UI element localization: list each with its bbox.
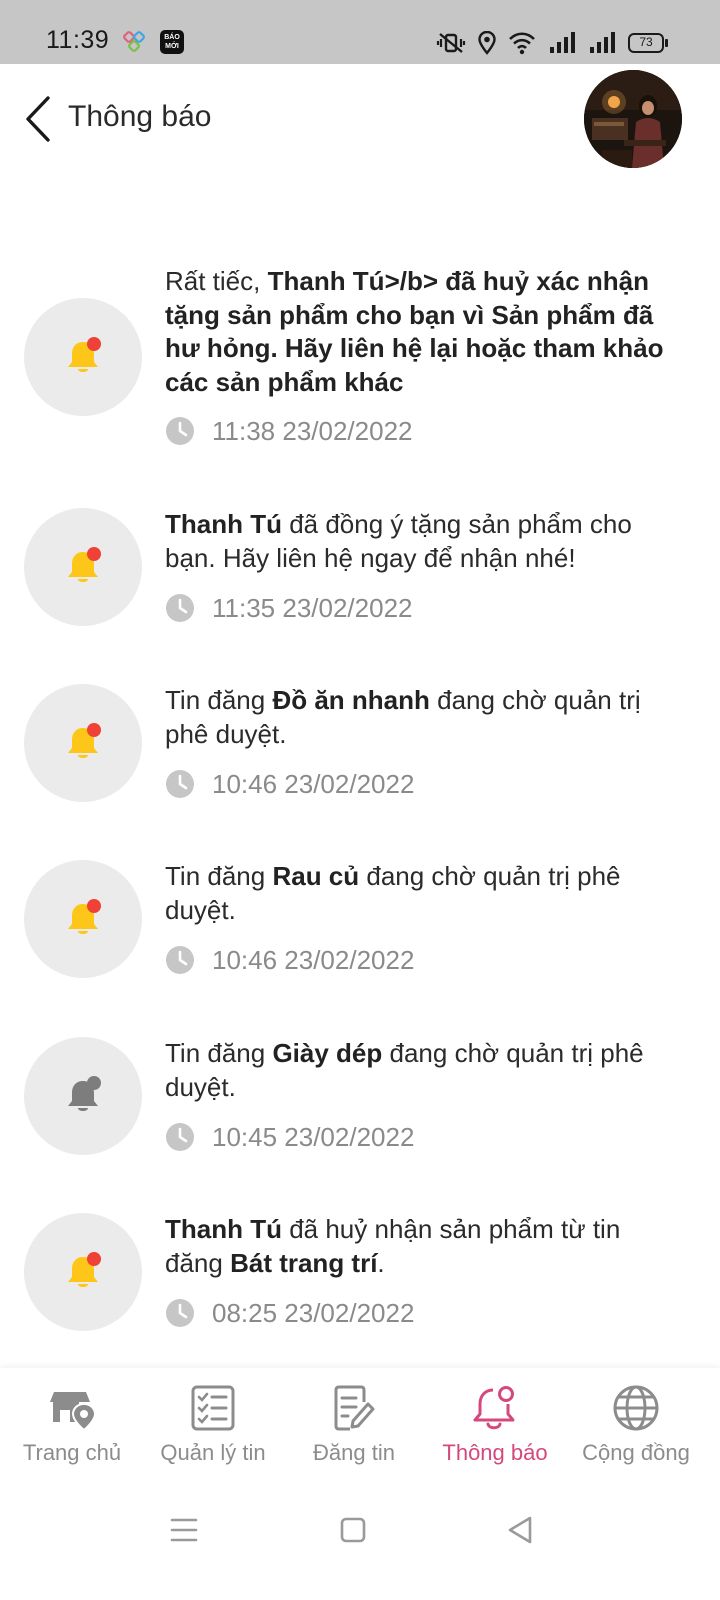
notification-item[interactable]: Tin đăng Rau củ đang chờ quản trị phê du… — [0, 860, 720, 1000]
app-header: Thông báo — [0, 64, 720, 174]
message-text: Rất tiếc, — [165, 266, 268, 296]
clock-icon — [166, 946, 194, 974]
notification-icon-bg — [24, 684, 142, 802]
status-time: 11:39 — [46, 26, 110, 54]
nav-label: Trang chủ — [22, 1440, 122, 1465]
time-label: 11:38 23/02/2022 — [212, 415, 413, 446]
notification-icon-bg — [24, 1037, 142, 1155]
location-icon — [478, 31, 496, 55]
bell-icon — [68, 547, 101, 582]
message-text: . — [377, 1247, 385, 1278]
bell-icon — [68, 337, 101, 372]
notification-item[interactable]: Tin đăng Giày dép đang chờ quản trị phê … — [0, 1037, 720, 1177]
nav-label: Đăng tin — [313, 1440, 395, 1465]
menu-icon[interactable] — [164, 1510, 204, 1550]
time-label: 11:35 23/02/2022 — [212, 592, 413, 623]
clock-icon — [166, 594, 194, 622]
notification-item[interactable]: Tin đăng Đồ ăn nhanh đang chờ quản trị p… — [0, 684, 720, 824]
back-button[interactable] — [22, 94, 58, 144]
clock-icon — [166, 1123, 194, 1151]
notification-message: Rất tiếc, Thanh Tú>/b> đã huỷ xác nhận t… — [165, 265, 675, 399]
notification-message: Thanh Tú đã đồng ý tặng sản phẩm cho bạn… — [165, 508, 675, 575]
notification-message: Tin đăng Đồ ăn nhanh đang chờ quản trị p… — [165, 684, 675, 751]
nav-item-post[interactable]: Đăng tin — [282, 1368, 426, 1486]
globe-icon — [613, 1385, 659, 1431]
notification-icon-bg — [24, 298, 142, 416]
notification-time: 11:38 23/02/2022 — [165, 415, 412, 447]
notification-icon-bg — [24, 1213, 142, 1331]
notification-icon-bg — [24, 860, 142, 978]
page-title: Thông báo — [68, 100, 212, 133]
back-triangle-icon[interactable] — [500, 1510, 540, 1550]
message-bold-text: Thanh Tú — [165, 509, 282, 539]
message-bold-text: Đồ ăn nhanh — [272, 685, 430, 715]
notification-item[interactable]: Rất tiếc, Thanh Tú>/b> đã huỷ xác nhận t… — [0, 265, 720, 465]
nav-label: Cộng đồng — [582, 1440, 690, 1465]
message-text: Tin đăng — [165, 1038, 273, 1068]
nav-label: Quản lý tin — [160, 1440, 266, 1465]
nav-item-home[interactable]: Trang chủ — [0, 1368, 144, 1486]
message-bold-text: Thanh Tú — [165, 1214, 282, 1244]
wifi-icon — [509, 32, 535, 55]
baomoi-app-icon: BÁO MỚI — [160, 30, 184, 54]
app-notification-icon — [123, 31, 145, 52]
nav-item-notifications[interactable]: Thông báo — [423, 1368, 567, 1486]
signal-icon-2 — [590, 32, 615, 53]
message-bold-text: Giày dép — [272, 1038, 383, 1068]
notification-time: 10:45 23/02/2022 — [165, 1121, 414, 1153]
time-label: 10:46 23/02/2022 — [212, 944, 415, 975]
bell-icon — [68, 723, 101, 758]
notification-icon-bg — [24, 508, 142, 626]
notification-time: 11:35 23/02/2022 — [165, 592, 412, 624]
time-label: 08:25 23/02/2022 — [212, 1297, 415, 1328]
bell-icon — [68, 1076, 101, 1111]
notification-item[interactable]: Thanh Tú đã đồng ý tặng sản phẩm cho bạn… — [0, 508, 720, 648]
notification-message: Tin đăng Rau củ đang chờ quản trị phê du… — [165, 860, 675, 927]
checklist-icon — [191, 1385, 235, 1431]
status-icons: 73 — [436, 30, 668, 56]
system-nav-bar — [0, 1486, 720, 1600]
nav-item-manage[interactable]: Quản lý tin — [141, 1368, 285, 1486]
bell-icon — [68, 1252, 101, 1287]
edit-document-icon — [334, 1385, 375, 1431]
nav-item-community[interactable]: Cộng đồng — [564, 1368, 708, 1486]
message-bold-text: Rau củ — [272, 861, 360, 891]
bell-icon — [473, 1386, 515, 1430]
message-bold-text: Bát trang trí — [230, 1247, 378, 1278]
notification-item[interactable]: Thanh Tú đã huỷ nhận sản phẩm từ tin đăn… — [0, 1213, 720, 1353]
clock-icon — [166, 1299, 194, 1327]
clock-icon — [166, 770, 194, 798]
bottom-nav: Trang chủ Quản lý tin Đăng tin Thông báo — [0, 1368, 720, 1486]
nav-label: Thông báo — [442, 1440, 548, 1465]
notification-message: Tin đăng Giày dép đang chờ quản trị phê … — [165, 1037, 675, 1104]
time-label: 10:45 23/02/2022 — [212, 1121, 415, 1152]
status-bar: 11:39 BÁO MỚI 73 — [0, 0, 720, 64]
notification-message: Thanh Tú đã huỷ nhận sản phẩm từ tin đăn… — [165, 1213, 675, 1280]
vibrate-off-icon — [436, 33, 466, 53]
message-text: Tin đăng — [165, 685, 273, 715]
notification-time: 08:25 23/02/2022 — [165, 1297, 414, 1329]
time-label: 10:46 23/02/2022 — [212, 768, 415, 799]
clock-icon — [166, 417, 194, 445]
avatar[interactable] — [584, 70, 682, 168]
notification-time: 10:46 23/02/2022 — [165, 768, 414, 800]
store-location-icon — [50, 1392, 97, 1432]
signal-icon — [550, 32, 575, 53]
battery-icon: 73 — [628, 33, 668, 53]
message-text: Tin đăng — [165, 861, 273, 891]
home-icon[interactable] — [333, 1510, 373, 1550]
notification-time: 10:46 23/02/2022 — [165, 944, 414, 976]
bell-icon — [68, 899, 101, 934]
